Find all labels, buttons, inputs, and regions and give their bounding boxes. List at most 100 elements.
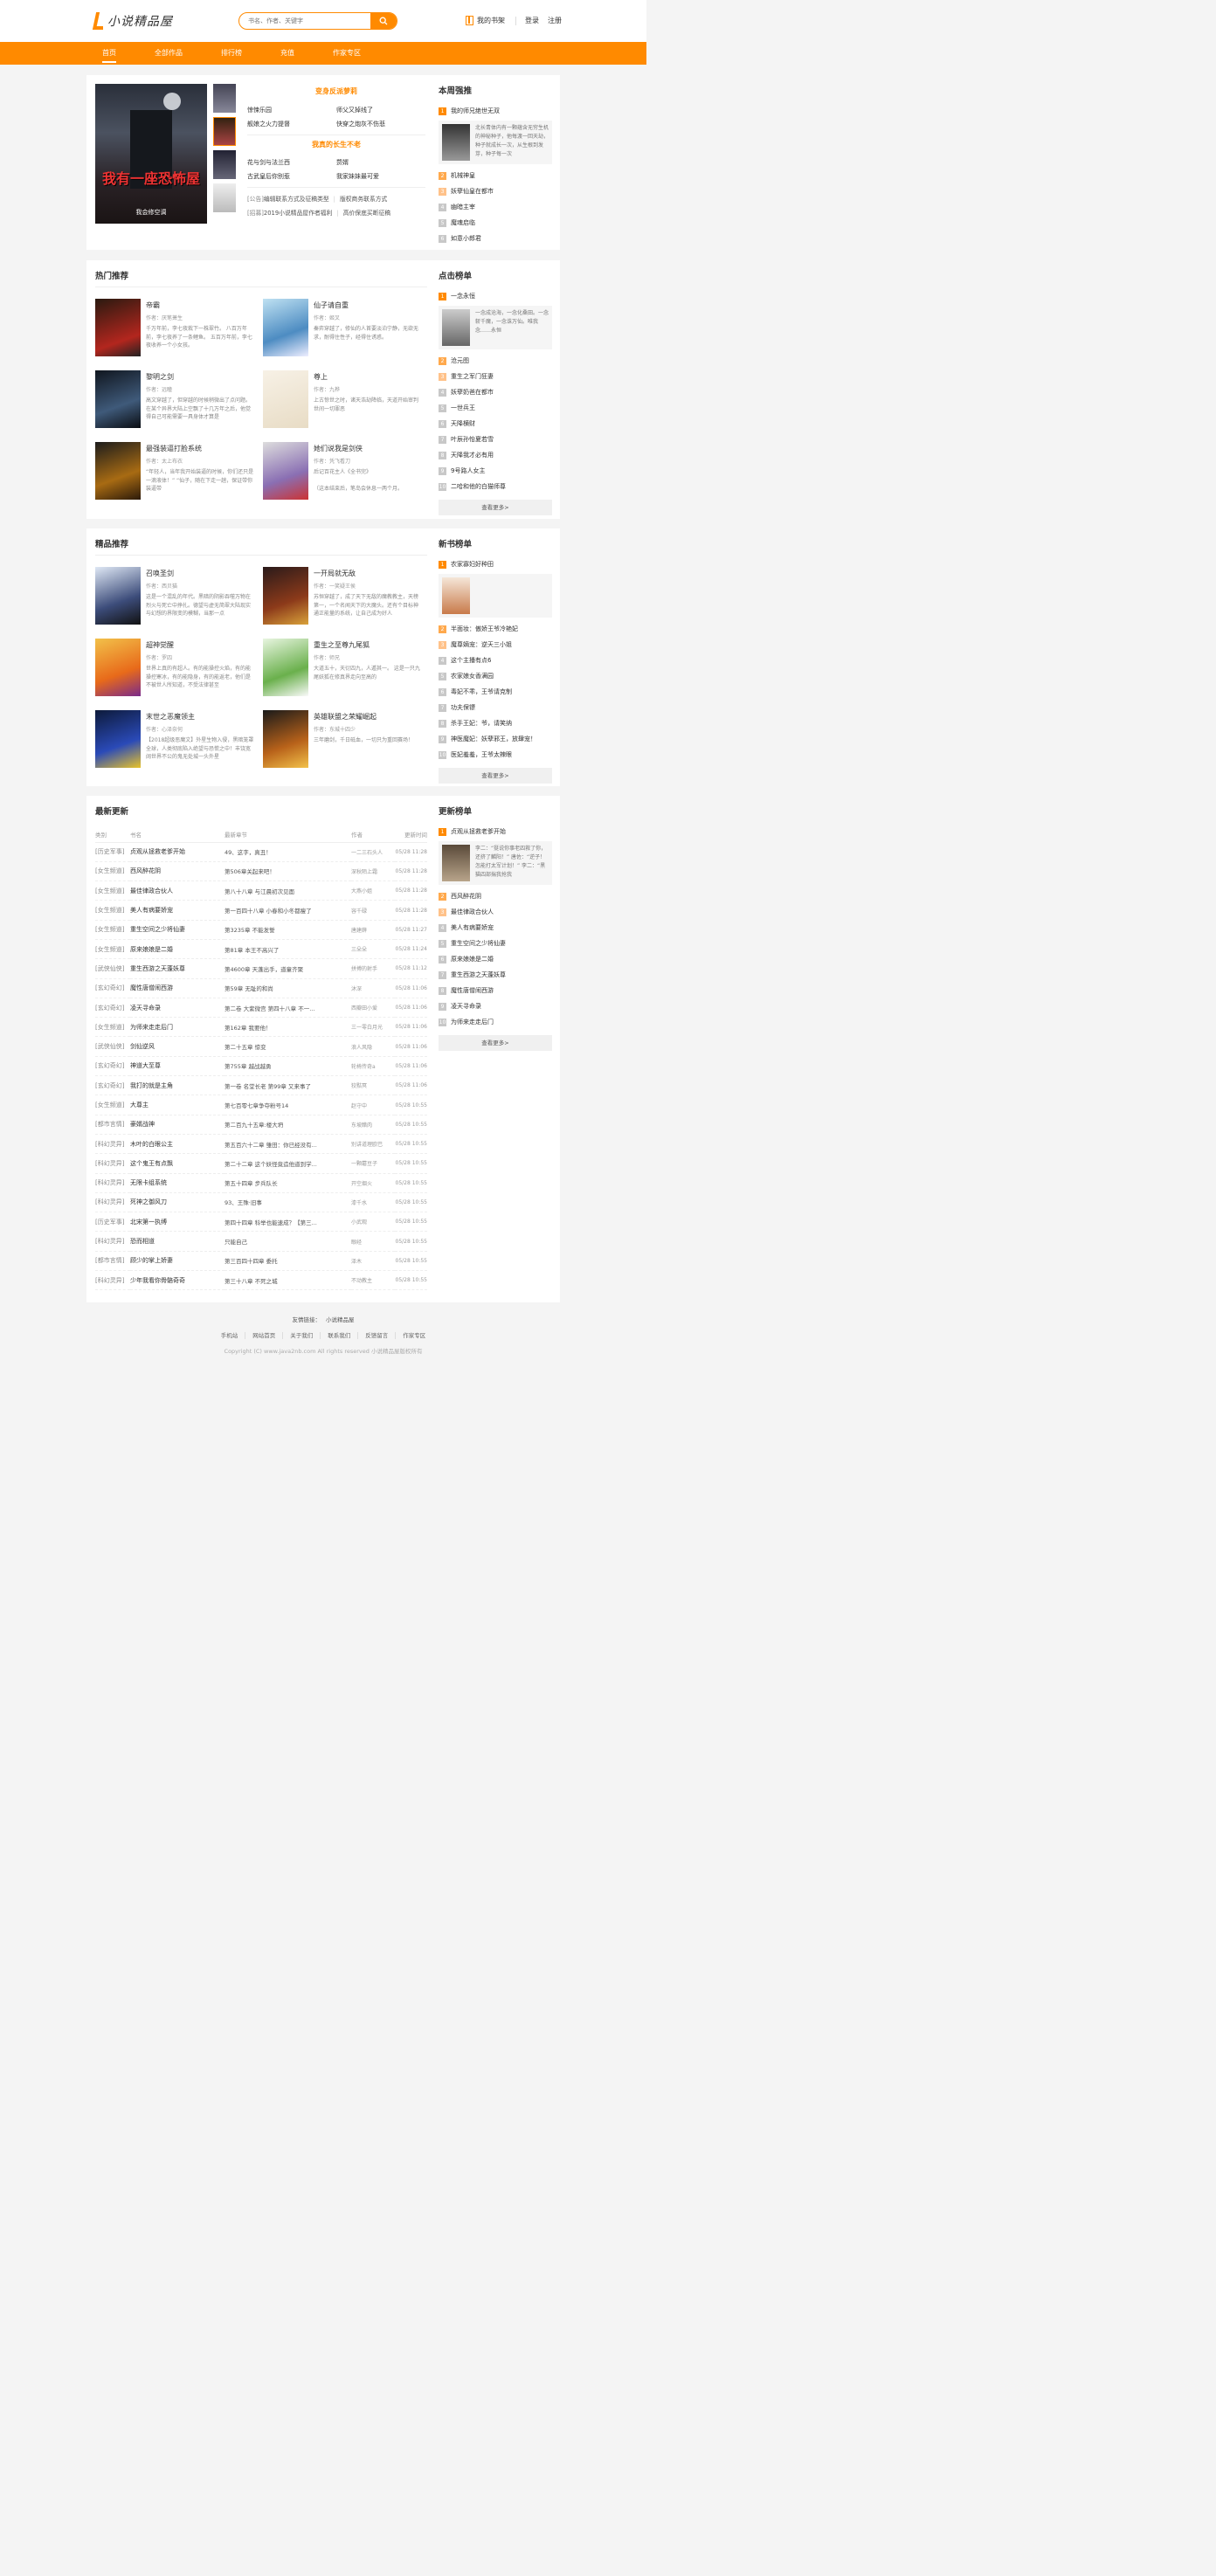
rank-item[interactable]: 9 9号路人女主 [439, 463, 552, 479]
book-link[interactable]: 惊悚乐园 [247, 103, 336, 117]
rank-item[interactable]: 8 杀手王妃：爷，请笑纳 [439, 715, 552, 731]
chapter-link[interactable]: 第五十四章 步兵队长 [225, 1173, 351, 1193]
chapter-link[interactable]: 第五百六十二章 雏田：你已经没有... [225, 1134, 351, 1155]
category-cell[interactable]: [历史军事] [95, 1212, 130, 1233]
thumb-3[interactable] [213, 150, 236, 179]
rank-item[interactable]: 10 医妃羞羞，王爷太辣眼 [439, 747, 552, 763]
rank-item[interactable]: 10 二哈和他的白猫师尊 [439, 479, 552, 494]
rank-item[interactable]: 2 机械神皇 [439, 168, 552, 183]
book-card[interactable]: 帝霸 作者：厌笔萧生 千万年前，李七夜栽下一株翠竹。 八百万年前，李七夜养了一条鲤鱼… [95, 299, 261, 358]
book-card[interactable]: 黎明之剑 作者：远瞳 高文穿越了，但穿越的时候稍微出了点问题。在某个异界大陆上空飘了… [95, 370, 261, 430]
book-link[interactable]: 师父又掉线了 [336, 103, 373, 117]
thumb-4[interactable] [213, 183, 236, 212]
book-card[interactable]: 重生之至尊九尾狐 作者：师兄 大道五十，天衍四九，人遁其一。 这是一只九尾妖狐在修真… [263, 639, 429, 698]
login-link[interactable]: 登录 [525, 16, 539, 25]
featured-cover[interactable]: 我有一座恐怖屋 我会修空调 [95, 84, 207, 224]
group1-title[interactable]: 变身反派萝莉 [247, 86, 425, 96]
book-card[interactable]: 末世之恶魔领主 作者：心泽奈何 【2018超级恶魔文】外星生物入侵，黑暗笼罩全球，人… [95, 710, 261, 770]
footer-link[interactable]: 网站首页 [245, 1332, 284, 1339]
rank-item[interactable]: 3 妖孽仙皇在都市 [439, 183, 552, 199]
thumb-2-active[interactable] [213, 117, 236, 146]
category-cell[interactable]: [科幻灵异] [95, 1192, 130, 1213]
category-cell[interactable]: [女生频道] [95, 1017, 130, 1038]
footer-link[interactable]: 手机站 [213, 1332, 246, 1339]
rank-item[interactable]: 6 天降横财 [439, 416, 552, 432]
chapter-link[interactable]: 第81章 本王不高兴了 [225, 939, 351, 960]
book-link[interactable]: 古武皇后你别惹 [247, 169, 336, 183]
book-name-link[interactable]: 原来娘娘是二婚 [130, 939, 225, 960]
chapter-link[interactable]: 93、王殊·旧事 [225, 1192, 351, 1213]
rank-item[interactable]: 2 半面妆：傲娇王爷冷艳妃 [439, 621, 552, 637]
book-name-link[interactable]: 神道大至尊 [130, 1056, 225, 1077]
rank-item[interactable]: 2 西风醉花阴 [439, 888, 552, 904]
rank-item[interactable]: 4 妖孽奶爸在都市 [439, 384, 552, 400]
rank-item[interactable]: 1 一念永恒 [439, 288, 552, 304]
book-name-link[interactable]: 无限卡组系统 [130, 1173, 225, 1193]
group2-title[interactable]: 我真的长生不老 [247, 140, 425, 149]
chapter-link[interactable]: 第59章 无耻的和尚 [225, 978, 351, 998]
book-link[interactable]: 赘婿 [336, 155, 349, 169]
chapter-link[interactable]: 第4600章 天蓬出手，道童齐聚 [225, 958, 351, 979]
book-card[interactable]: 她们说我是剑侠 作者：凭飞看刀 后记百花主人《全书完》 （这本结束后，笔岛会休息一两个… [263, 442, 429, 501]
rank-item[interactable]: 7 叶辰孙怡夏若雪 [439, 432, 552, 447]
chapter-link[interactable]: 第八十八章 与江晨初次见面 [225, 881, 351, 901]
thumb-1[interactable] [213, 84, 236, 113]
book-name-link[interactable]: 恐而相道 [130, 1231, 225, 1252]
notice-link[interactable]: 编辑联系方式及征稿类型 [264, 192, 329, 206]
book-name-link[interactable]: 为师来走走后门 [130, 1017, 225, 1038]
book-name-link[interactable]: 重生空间之少将仙妻 [130, 920, 225, 940]
search-input[interactable] [239, 13, 370, 29]
rank-item[interactable]: 3 重生之军门狂妻 [439, 369, 552, 384]
chapter-link[interactable]: 49、这字，真丑！ [225, 842, 351, 862]
footer-link[interactable]: 关于我们 [283, 1332, 321, 1339]
rank-item[interactable]: 6 毒妃不乖，王爷请克制 [439, 684, 552, 700]
book-card[interactable]: 尊上 作者：九桦 上古惊世之时，诸天浩劫降临，天道开始审判世间一切罪恶 [263, 370, 429, 430]
book-name-link[interactable]: 豪婿战神 [130, 1115, 225, 1135]
book-name-link[interactable]: 西风醉花阴 [130, 861, 225, 882]
footer-link[interactable]: 作家专区 [396, 1332, 432, 1339]
chapter-link[interactable]: 第一百四十八章 小春和小冬都瘦了 [225, 900, 351, 921]
rank-item[interactable]: 1 农家寡妇好种田 [439, 556, 552, 572]
category-cell[interactable]: [武侠仙侠] [95, 958, 130, 979]
rank-item[interactable]: 4 美人有病要娇宠 [439, 920, 552, 936]
book-card[interactable]: 最强装逼打脸系统 作者：太上布衣 “年轻人，当年我开始装逼的时候，你们还只是一滴液体… [95, 442, 261, 501]
rank-item[interactable]: 6 如意小郎君 [439, 231, 552, 246]
category-cell[interactable]: [玄幻奇幻] [95, 978, 130, 998]
book-link[interactable]: 我家妹妹最可爱 [336, 169, 379, 183]
rank-item[interactable]: 4 这个主播有点6 [439, 653, 552, 668]
book-link[interactable]: 花与剑与法兰西 [247, 155, 336, 169]
category-cell[interactable]: [武侠仙侠] [95, 1036, 130, 1057]
chapter-link[interactable]: 第一卷 名堂长老 第99章 又来事了 [225, 1075, 351, 1096]
category-cell[interactable]: [都市言情] [95, 1251, 130, 1272]
category-cell[interactable]: [玄幻奇幻] [95, 1075, 130, 1096]
book-card[interactable]: 仙子请自重 作者：姬叉 秦弈穿越了，修仙的人首要淡泊宁静，无欲无求，耐得住性子，经得… [263, 299, 429, 358]
nav-home[interactable]: 首页 [92, 42, 127, 65]
category-cell[interactable]: [玄幻奇幻] [95, 1056, 130, 1077]
new-rank-more-button[interactable]: 查看更多> [439, 768, 552, 784]
book-name-link[interactable]: 顾少的掌上娇妻 [130, 1251, 225, 1272]
rank-item[interactable]: 8 魔性唐僧闹西游 [439, 983, 552, 998]
book-name-link[interactable]: 剑仙逆风 [130, 1036, 225, 1057]
book-name-link[interactable]: 凌天寻命录 [130, 998, 225, 1019]
book-name-link[interactable]: 大尊主 [130, 1095, 225, 1115]
chapter-link[interactable]: 第二卷 大紫微宫 第四十八章 不一... [225, 998, 351, 1019]
chapter-link[interactable]: 第三十八章 不死之城 [225, 1270, 351, 1291]
chapter-link[interactable]: 第二百九十五章:楼大坍 [225, 1115, 351, 1135]
footer-link[interactable]: 联系我们 [321, 1332, 359, 1339]
rank-item[interactable]: 4 幽暗主宰 [439, 199, 552, 215]
category-cell[interactable]: [女生频道] [95, 861, 130, 882]
book-name-link[interactable]: 北宋第一执缚 [130, 1212, 225, 1233]
notice-link[interactable]: 2019小说精品屋作者福利 [264, 206, 332, 220]
category-cell[interactable]: [玄幻奇幻] [95, 998, 130, 1019]
rank-item[interactable]: 3 最佳律政合伙人 [439, 904, 552, 920]
chapter-link[interactable]: 只能自己 [225, 1231, 351, 1252]
book-link[interactable]: 舰娘之火力提督 [247, 117, 336, 131]
book-name-link[interactable]: 最佳律政合伙人 [130, 881, 225, 901]
category-cell[interactable]: [科幻灵异] [95, 1153, 130, 1174]
rank-item[interactable]: 6 原来娘娘是二婚 [439, 951, 552, 967]
rank-item[interactable]: 1 贞观从拯救老爹开始 [439, 824, 552, 839]
category-cell[interactable]: [女生频道] [95, 920, 130, 940]
nav-author-zone[interactable]: 作家专区 [322, 42, 371, 65]
rank-item[interactable]: 9 凌天寻命录 [439, 998, 552, 1014]
update-rank-more-button[interactable]: 查看更多> [439, 1035, 552, 1051]
